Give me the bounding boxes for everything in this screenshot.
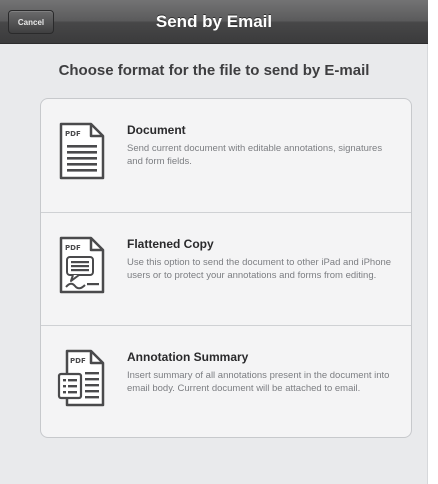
pdf-badge-text: PDF [65, 130, 81, 138]
cancel-button[interactable]: Cancel [8, 10, 54, 34]
option-flattened-copy[interactable]: PDF Flattened Copy Use this option to se… [41, 212, 411, 325]
format-heading: Choose format for the file to send by E-… [58, 62, 370, 79]
navigation-bar: Cancel Send by Email [0, 0, 428, 44]
option-document[interactable]: PDF Document Send current document with … [41, 99, 411, 212]
option-description: Send current document with editable anno… [127, 143, 383, 167]
pdf-badge-text: PDF [65, 244, 81, 252]
send-by-email-sheet: Cancel Send by Email Choose format for t… [0, 0, 428, 484]
option-title: Document [127, 123, 186, 137]
nav-title: Send by Email [155, 12, 273, 31]
pdf-document-icon: PDF [59, 122, 105, 180]
pdf-annotation-summary-icon: PDF [57, 349, 105, 407]
pdf-badge-text: PDF [70, 357, 86, 365]
option-title: Annotation Summary [127, 350, 249, 364]
pdf-flattened-copy-icon: PDF [59, 236, 105, 294]
option-description: Use this option to send the document to … [127, 257, 392, 281]
option-description: Insert summary of all annotations presen… [127, 370, 390, 394]
option-annotation-summary[interactable]: PDF Annotation Summary Insert summary of… [41, 325, 411, 437]
format-options-list: PDF Document Send current document with … [40, 98, 412, 438]
option-title: Flattened Copy [127, 237, 214, 251]
